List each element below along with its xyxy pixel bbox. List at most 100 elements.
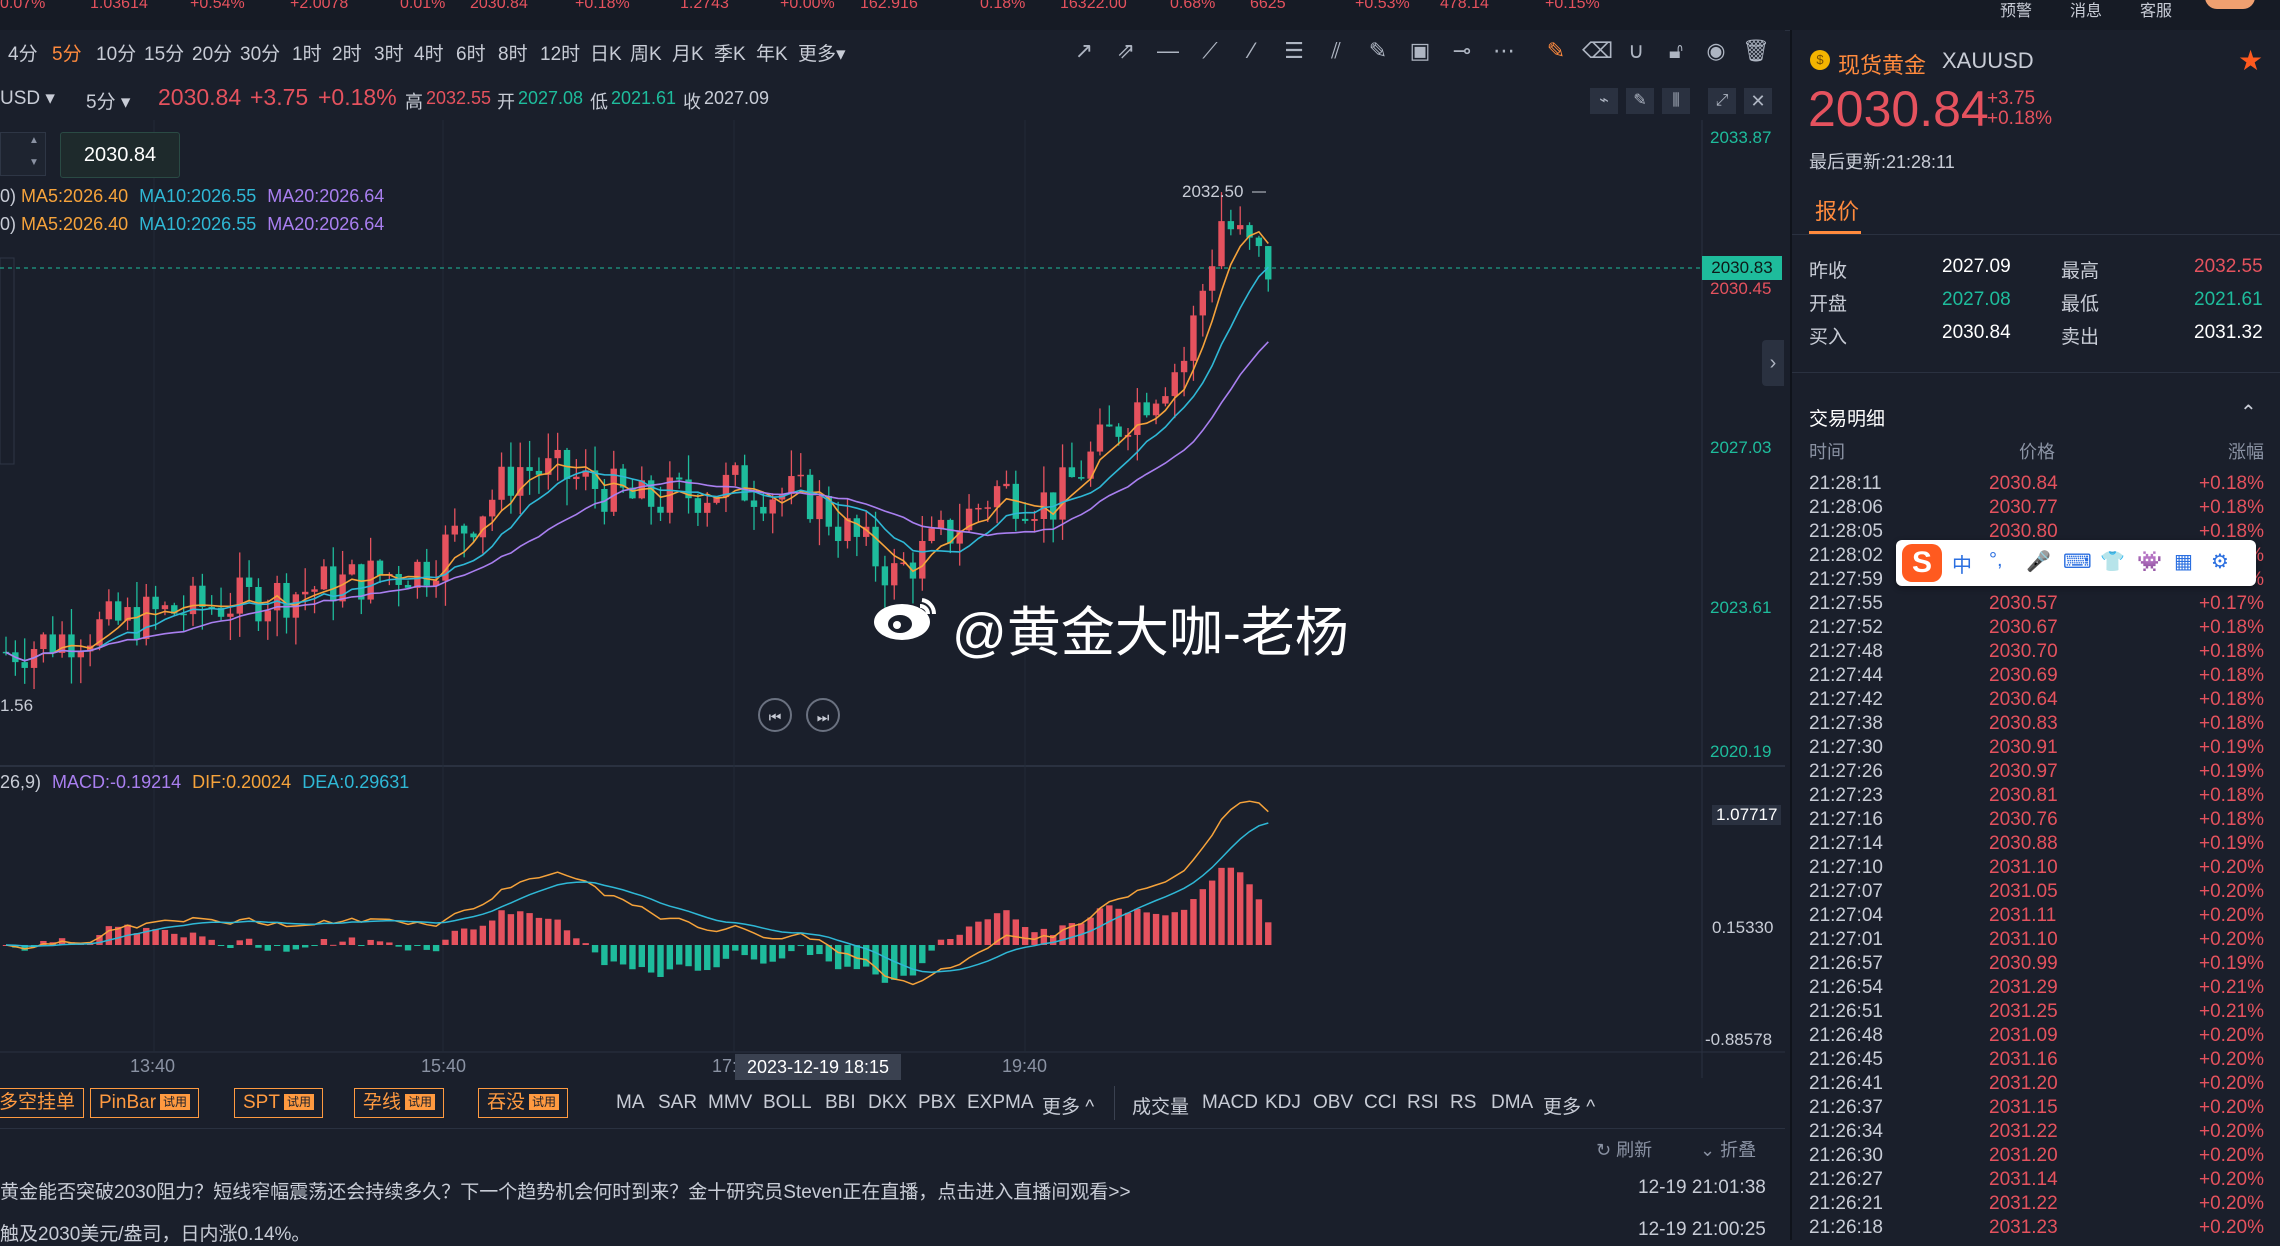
timeframe-4[interactable]: 20分 xyxy=(192,39,232,66)
main-indicator-1[interactable]: SAR xyxy=(658,1092,697,1114)
level-line-icon[interactable]: ⊸ xyxy=(1448,38,1476,64)
expand-icon[interactable]: ⤢ xyxy=(1708,88,1736,114)
timeframe-0[interactable]: 4分 xyxy=(8,39,38,66)
tab-quote[interactable]: 报价 xyxy=(1815,194,1859,226)
pattern-button[interactable]: 多空挂单 xyxy=(0,1088,85,1118)
period-select[interactable]: 5分 ▾ xyxy=(86,87,130,114)
nav-alert[interactable]: 预警 xyxy=(2000,0,2032,21)
timeframe-6[interactable]: 1时 xyxy=(292,39,322,66)
timeframe-9[interactable]: 4时 xyxy=(414,39,444,66)
avatar[interactable] xyxy=(2205,0,2255,9)
ime-settings-icon[interactable]: ⚙ xyxy=(2211,549,2229,574)
close-chart-icon[interactable]: ✕ xyxy=(1744,88,1772,114)
ray-icon[interactable]: ⇗ xyxy=(1112,38,1140,64)
ime-punct-icon[interactable]: °, xyxy=(1989,549,2003,572)
ticker-value[interactable]: 2030.84 xyxy=(470,0,528,13)
nav-messages[interactable]: 消息 xyxy=(2070,0,2102,21)
trash-icon[interactable]: 🗑︎ xyxy=(1742,38,1770,64)
replay-prev-button[interactable]: ⏮︎ xyxy=(758,698,792,732)
ticker-value[interactable]: 0.07% xyxy=(0,0,45,13)
ime-keyboard-icon[interactable]: ⌨ xyxy=(2063,549,2092,574)
refresh-button[interactable]: ↻ 刷新 xyxy=(1596,1136,1652,1162)
sub-indicator-4[interactable]: CCI xyxy=(1364,1092,1397,1114)
arrow-line-icon[interactable]: ↗ xyxy=(1070,38,1098,64)
favorite-star-icon[interactable]: ★ xyxy=(2238,44,2263,77)
timeframe-18[interactable]: 更多▾ xyxy=(798,39,846,66)
ticker-value[interactable]: 6625 xyxy=(1250,0,1286,13)
pattern-button[interactable]: 孕线 试用 xyxy=(354,1088,445,1118)
pattern-button[interactable]: SPT 试用 xyxy=(234,1088,323,1118)
more-tools-icon[interactable]: ⋯ xyxy=(1490,38,1518,64)
lock-icon[interactable]: 🔓︎ xyxy=(1662,38,1690,64)
chevron-right-icon[interactable]: › xyxy=(1762,340,1784,386)
timeframe-12[interactable]: 12时 xyxy=(540,39,580,66)
ticker-value[interactable]: 0.18% xyxy=(980,0,1025,13)
edit-mode-icon[interactable]: ✎ xyxy=(1542,38,1570,64)
main-indicator-3[interactable]: BOLL xyxy=(763,1092,812,1114)
ticker-value[interactable]: +0.54% xyxy=(190,0,245,13)
sub-indicator-5[interactable]: RSI xyxy=(1407,1092,1439,1114)
ime-toolbar[interactable]: S 中 °, 🎤 ⌨ 👕 👾 ▦ ⚙ xyxy=(1896,540,2256,586)
magnet-icon[interactable]: ∪ xyxy=(1622,38,1650,64)
main-indicator-5[interactable]: DKX xyxy=(868,1092,907,1114)
stepper-down-icon[interactable]: ▼ xyxy=(29,157,39,168)
symbol-select[interactable]: USD ▾ xyxy=(0,87,55,110)
ticker-value[interactable]: 162.916 xyxy=(860,0,918,13)
horizontal-line-icon[interactable]: — xyxy=(1154,38,1182,64)
candle-style-icon[interactable]: ⫼ xyxy=(1662,88,1690,114)
collapse-button[interactable]: ⌄ 折叠 xyxy=(1700,1136,1756,1162)
eraser-icon[interactable]: ⌫ xyxy=(1582,38,1613,64)
ime-chinese-mode-icon[interactable]: 中 xyxy=(1952,549,1972,578)
sub-indicator-3[interactable]: OBV xyxy=(1313,1092,1353,1114)
sub-indicator-7[interactable]: DMA xyxy=(1491,1092,1533,1114)
ticker-value[interactable]: +0.18% xyxy=(575,0,630,13)
trend-line-icon[interactable]: ⟋ xyxy=(1196,38,1224,64)
main-indicator-4[interactable]: BBI xyxy=(825,1092,856,1114)
main-indicator-0[interactable]: MA xyxy=(616,1092,645,1114)
ticker-value[interactable]: 0.68% xyxy=(1170,0,1215,13)
segment-icon[interactable]: ⁄ xyxy=(1238,38,1266,64)
draw-toggle-icon[interactable]: ✎ xyxy=(1626,88,1654,114)
timeframe-17[interactable]: 年K xyxy=(756,39,788,66)
price-input[interactable]: 2030.84 xyxy=(60,132,180,178)
timeframe-15[interactable]: 月K xyxy=(672,39,704,66)
timeframe-13[interactable]: 日K xyxy=(590,39,622,66)
ime-skin-icon[interactable]: 👕 xyxy=(2100,549,2125,574)
pattern-button[interactable]: PinBar 试用 xyxy=(90,1088,200,1118)
sub-indicator-1[interactable]: MACD xyxy=(1202,1092,1258,1114)
ime-game-icon[interactable]: 👾 xyxy=(2137,549,2162,574)
ticker-value[interactable]: 16322.00 xyxy=(1060,0,1127,13)
timeframe-7[interactable]: 2时 xyxy=(332,39,362,66)
timeframe-3[interactable]: 15分 xyxy=(144,39,184,66)
main-indicator-2[interactable]: MMV xyxy=(708,1092,752,1114)
sub-indicator-0[interactable]: 成交量 xyxy=(1132,1092,1189,1119)
main-indicator-6[interactable]: PBX xyxy=(918,1092,956,1114)
stepper-up-icon[interactable]: ▲ xyxy=(29,135,39,146)
nav-service[interactable]: 客服 xyxy=(2140,0,2172,21)
timeframe-10[interactable]: 6时 xyxy=(456,39,486,66)
timeframe-16[interactable]: 季K xyxy=(714,39,746,66)
ticker-value[interactable]: 0.01% xyxy=(400,0,445,13)
ticker-value[interactable]: +2.0078 xyxy=(290,0,348,13)
pencil-icon[interactable]: ✎ xyxy=(1364,38,1392,64)
ticker-value[interactable]: +0.53% xyxy=(1355,0,1410,13)
chevron-up-icon[interactable]: ⌃ xyxy=(2240,400,2257,425)
timeframe-1[interactable]: 5分 xyxy=(52,39,82,66)
ticker-value[interactable]: +0.15% xyxy=(1545,0,1600,13)
timeframe-5[interactable]: 30分 xyxy=(240,39,280,66)
ime-toolbox-icon[interactable]: ▦ xyxy=(2174,549,2193,574)
fibonacci-icon[interactable]: ☰ xyxy=(1280,38,1308,64)
pattern-button[interactable]: 吞没 试用 xyxy=(478,1088,569,1118)
sub-indicator-6[interactable]: RS xyxy=(1450,1092,1476,1114)
fan-icon[interactable]: ⫽ xyxy=(1322,38,1350,64)
main-indicator-8[interactable]: 更多 ^ xyxy=(1042,1092,1094,1119)
sub-indicator-2[interactable]: KDJ xyxy=(1265,1092,1301,1114)
main-indicator-7[interactable]: EXPMA xyxy=(967,1092,1034,1114)
timeframe-11[interactable]: 8时 xyxy=(498,39,528,66)
timeframe-2[interactable]: 10分 xyxy=(96,39,136,66)
image-icon[interactable]: ▣ xyxy=(1406,38,1434,64)
ticker-value[interactable]: 1.03614 xyxy=(90,0,148,13)
timeframe-8[interactable]: 3时 xyxy=(374,39,404,66)
ticker-value[interactable]: 1.2743 xyxy=(680,0,729,13)
price-stepper[interactable]: ▲ ▼ xyxy=(0,132,46,176)
